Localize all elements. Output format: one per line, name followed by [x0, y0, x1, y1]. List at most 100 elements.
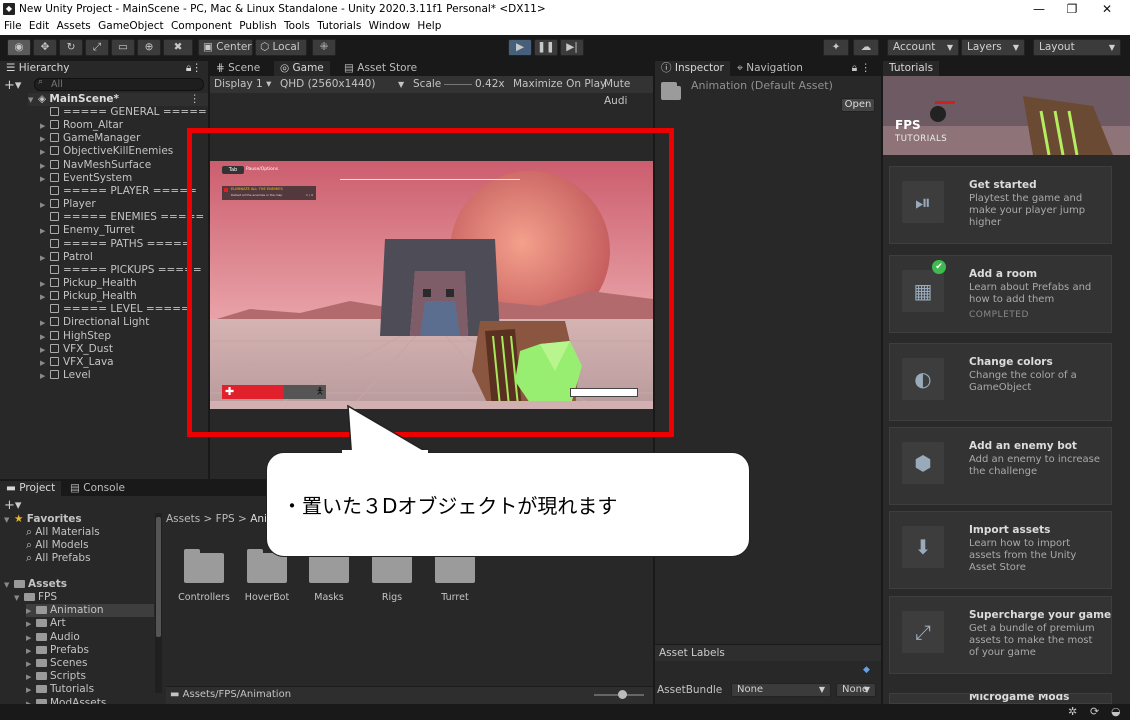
expand-arrow-icon[interactable]: ▶ — [40, 370, 50, 383]
tab-scene[interactable]: ⋕ Scene — [210, 61, 266, 76]
scene-row[interactable]: ▼ ◈ MainScene* ⋮ — [28, 93, 208, 106]
expand-arrow-icon[interactable]: ▶ — [40, 252, 50, 265]
expand-arrow-icon[interactable]: ▶ — [40, 331, 50, 344]
step-button[interactable]: ▶| — [560, 39, 584, 56]
maximize-on-play-toggle[interactable]: Maximize On Play — [513, 76, 606, 93]
favorite-item[interactable]: ⌕ All Prefabs — [26, 552, 91, 565]
asset-tree-item[interactable]: ▼ FPS — [14, 591, 57, 604]
hierarchy-item[interactable]: ▶ Pickup_Health — [40, 290, 137, 303]
lock-icon[interactable]: 🔒︎⋮ — [186, 61, 202, 76]
asset-bundle-dropdown[interactable]: None ▼ — [731, 683, 831, 697]
favorite-item[interactable]: ⌕ All Materials — [26, 526, 100, 539]
menu-tools[interactable]: Tools — [280, 19, 310, 32]
menu-file[interactable]: File — [0, 19, 22, 32]
layout-dropdown[interactable]: Layout ▼ — [1033, 39, 1121, 56]
asset-tree-item[interactable]: ▶ Tutorials — [26, 683, 94, 696]
tab-tutorials[interactable]: Tutorials — [883, 61, 940, 76]
expand-arrow-icon[interactable]: ▶ — [26, 632, 36, 645]
breadcrumb-fps[interactable]: FPS — [216, 513, 235, 525]
hierarchy-item[interactable]: ▶===== PLAYER ===== — [40, 185, 197, 198]
custom-tool-icon[interactable]: ✖ — [163, 39, 193, 56]
hierarchy-item[interactable]: ▶ VFX_Lava — [40, 356, 114, 369]
hierarchy-item[interactable]: ▶===== PICKUPS ===== — [40, 264, 202, 277]
tab-project[interactable]: ▬ Project — [0, 481, 62, 496]
asset-tree-item[interactable]: ▶ Audio — [26, 631, 80, 644]
hierarchy-item[interactable]: ▶ EventSystem — [40, 172, 132, 185]
menu-edit[interactable]: Edit — [25, 19, 49, 32]
hierarchy-item[interactable]: ▶===== LEVEL ===== — [40, 303, 190, 316]
folder-icon[interactable] — [184, 549, 224, 583]
folder-icon[interactable] — [372, 549, 412, 583]
hierarchy-item[interactable]: ▶===== ENEMIES ===== — [40, 211, 204, 224]
tutorial-card[interactable]: ⏯ Get started Playtest the game and make y… — [889, 166, 1112, 244]
hierarchy-item[interactable]: ▶ Patrol — [40, 251, 93, 264]
hierarchy-item[interactable]: ▶ ObjectiveKillEnemies — [40, 145, 173, 158]
open-button[interactable]: Open — [841, 98, 875, 112]
scale-slider[interactable] — [444, 84, 472, 85]
favorite-item[interactable]: ⌕ All Models — [26, 539, 89, 552]
expand-arrow-icon[interactable]: ▶ — [40, 120, 50, 133]
expand-arrow-icon[interactable]: ▶ — [40, 278, 50, 291]
asset-tree-item[interactable]: ▶ Art — [26, 617, 66, 630]
asset-tree-item[interactable]: ▶ Scripts — [26, 670, 86, 683]
pivot-space-toggle[interactable]: ⬡ Local — [255, 39, 307, 56]
menu-publish[interactable]: Publish — [235, 19, 276, 32]
expand-arrow-icon[interactable]: ▶ — [40, 357, 50, 370]
hierarchy-item[interactable]: ▶ HighStep — [40, 330, 111, 343]
collab-icon[interactable]: ✦ — [823, 39, 849, 56]
asset-variant-dropdown[interactable]: None ▼ — [836, 683, 876, 697]
folder-icon[interactable] — [435, 549, 475, 583]
add-object-button[interactable]: +▾ — [4, 78, 21, 93]
expand-arrow-icon[interactable]: ▶ — [26, 605, 36, 618]
expand-arrow-icon[interactable]: ▶ — [26, 684, 36, 697]
expand-arrow-icon[interactable]: ▶ — [40, 199, 50, 212]
rect-tool-icon[interactable]: ▭ — [111, 39, 135, 56]
asset-tree-item[interactable]: ▶ Animation — [26, 604, 154, 618]
transform-tool-icon[interactable]: ⊕ — [137, 39, 161, 56]
breadcrumb-assets[interactable]: Assets — [166, 513, 200, 525]
slider-handle[interactable] — [618, 690, 627, 699]
expand-arrow-icon[interactable]: ▶ — [40, 291, 50, 304]
menu-tutorials[interactable]: Tutorials — [313, 19, 361, 32]
expand-arrow-icon[interactable]: ▶ — [40, 225, 50, 238]
debug-bug-icon[interactable]: ✲ — [1068, 705, 1077, 718]
expand-arrow-icon[interactable]: ▼ — [14, 592, 24, 605]
inspector-lock-icon[interactable]: 🔒︎ ⋮ — [852, 62, 871, 75]
tab-inspector[interactable]: ⓘ Inspector — [655, 61, 730, 76]
asset-tree-item[interactable]: ▶ Prefabs — [26, 644, 89, 657]
hierarchy-search-input[interactable]: All — [34, 78, 204, 91]
folder-label[interactable]: Rigs — [362, 592, 422, 603]
tab-asset-store[interactable]: ▤ Asset Store — [338, 61, 423, 76]
hierarchy-item[interactable]: ▶===== GENERAL ===== — [40, 106, 207, 119]
hierarchy-item[interactable]: ▶ Enemy_Turret — [40, 224, 135, 237]
folder-label[interactable]: Controllers — [174, 592, 234, 603]
assets-row[interactable]: ▼ Assets — [4, 578, 67, 591]
hierarchy-item[interactable]: ▶ NavMeshSurface — [40, 159, 151, 172]
expand-arrow-icon[interactable]: ▶ — [40, 173, 50, 186]
move-tool-icon[interactable]: ✥ — [33, 39, 57, 56]
tab-console[interactable]: ▤ Console — [64, 481, 131, 496]
resolution-dropdown[interactable]: QHD (2560x1440) — [280, 76, 375, 93]
tab-navigation[interactable]: ⌖ Navigation — [731, 61, 809, 76]
cloud-icon[interactable]: ☁ — [853, 39, 879, 56]
asset-tree-item[interactable]: ▶ Scenes — [26, 657, 87, 670]
expand-arrow-icon[interactable]: ▶ — [40, 133, 50, 146]
pivot-center-toggle[interactable]: ▣ Center — [198, 39, 253, 56]
hierarchy-item[interactable]: ▶ Room_Altar — [40, 119, 123, 132]
tutorial-card[interactable]: ◐ Change colors Change the color of a Game… — [889, 343, 1112, 421]
expand-arrow-icon[interactable]: ▶ — [40, 160, 50, 173]
folder-label[interactable]: Masks — [299, 592, 359, 603]
tutorial-card[interactable]: ▦ Add a room Learn about Prefabs and how t… — [889, 255, 1112, 333]
hierarchy-item[interactable]: ▶ GameManager — [40, 132, 140, 145]
expand-arrow-icon[interactable]: ▶ — [40, 344, 50, 357]
rotate-tool-icon[interactable]: ↻ — [59, 39, 83, 56]
folder-label[interactable]: HoverBot — [237, 592, 297, 603]
menu-assets[interactable]: Assets — [53, 19, 91, 32]
hierarchy-item[interactable]: ▶ VFX_Dust — [40, 343, 113, 356]
hierarchy-item[interactable]: ▶ Player — [40, 198, 96, 211]
folder-icon[interactable] — [247, 549, 287, 583]
expand-arrow-icon[interactable]: ▶ — [26, 645, 36, 658]
expand-arrow-icon[interactable]: ▶ — [26, 618, 36, 631]
scene-menu-icon[interactable]: ⋮ — [190, 93, 201, 106]
tutorial-card[interactable]: ⤢ Supercharge your game Get a bundle of pr… — [889, 596, 1112, 674]
